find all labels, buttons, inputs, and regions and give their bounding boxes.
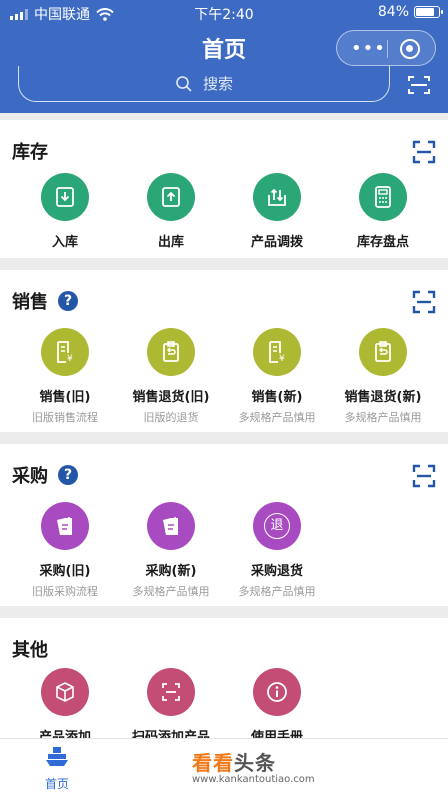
tab-home[interactable]: 首页 [32, 745, 82, 792]
tab-home-label: 首页 [44, 777, 69, 791]
battery-percent: 84% [377, 4, 409, 20]
purchase-new-button[interactable]: 采购(新) 多规格产品慎用 [115, 502, 227, 599]
info-icon [253, 668, 301, 716]
sales-return-new-button[interactable]: 销售退货(新) 多规格产品慎用 [327, 328, 439, 425]
transfer-icon [253, 173, 301, 221]
item-label: 销售退货(旧) [132, 390, 210, 405]
item-subtitle: 多规格产品慎用 [238, 585, 316, 598]
item-label: 出库 [157, 235, 184, 250]
section-title: 采购 [12, 466, 48, 487]
box-icon [41, 668, 89, 716]
item-label: 采购退货 [250, 564, 303, 579]
purchase-section: 采购 ? 采购(旧) 旧版采购流程 采购(新) 多规格产品慎用 退 采购退货 多… [0, 444, 448, 606]
tab-bar: 首页 看看头条 www.kankantoutiao.com [0, 738, 448, 796]
section-title: 库存 [12, 142, 48, 163]
svg-text:¥: ¥ [279, 354, 285, 364]
product-add-button[interactable]: 产品添加 [9, 668, 121, 738]
item-subtitle: 多规格产品慎用 [132, 585, 210, 598]
help-icon[interactable]: ? [58, 291, 78, 311]
inventory-section: 库存 入库 出库 产品调拨 库存盘点 [0, 120, 448, 258]
return-glyph: 退 [264, 513, 290, 539]
sales-new-button[interactable]: ¥ 销售(新) 多规格产品慎用 [221, 328, 333, 425]
calculator-icon [359, 173, 407, 221]
user-manual-button[interactable]: 使用手册 [221, 668, 333, 738]
search-icon [176, 75, 192, 92]
import-icon [41, 173, 89, 221]
ship-icon [46, 747, 68, 766]
stocktake-button[interactable]: 库存盘点 [327, 173, 439, 250]
status-bar: 中国联通 下午2:40 84% [0, 0, 448, 26]
item-label: 销售退货(新) [344, 390, 422, 405]
inventory-in-button[interactable]: 入库 [9, 173, 121, 250]
product-transfer-button[interactable]: 产品调拨 [221, 173, 333, 250]
item-label: 采购(新) [145, 564, 197, 579]
sales-return-icon [359, 328, 407, 376]
purchase-doc-icon [41, 502, 89, 550]
purchase-return-button[interactable]: 退 采购退货 多规格产品慎用 [221, 502, 333, 599]
item-label: 使用手册 [250, 730, 303, 738]
more-icon[interactable]: ••• [351, 40, 386, 58]
item-subtitle: 旧版采购流程 [32, 585, 98, 598]
item-label: 采购(旧) [39, 564, 91, 579]
scan-icon[interactable] [408, 76, 430, 94]
help-icon[interactable]: ? [58, 465, 78, 485]
item-label: 入库 [51, 235, 78, 250]
watermark-logo: 看看头条 www.kankantoutiao.com [192, 747, 315, 785]
item-label: 产品调拨 [250, 235, 303, 250]
item-label: 产品添加 [38, 730, 91, 738]
purchase-old-button[interactable]: 采购(旧) 旧版采购流程 [9, 502, 121, 599]
top-bar: 中国联通 下午2:40 84% 首页 ••• 搜索 [0, 0, 448, 113]
item-subtitle: 多规格产品慎用 [238, 411, 316, 424]
scan-icon[interactable] [412, 464, 436, 488]
item-subtitle: 旧版的退货 [143, 411, 199, 424]
sales-doc-icon: ¥ [253, 328, 301, 376]
watermark-url: www.kankantoutiao.com [192, 774, 315, 785]
search-input[interactable]: 搜索 [18, 66, 390, 102]
scan-icon[interactable] [412, 140, 436, 164]
item-label: 库存盘点 [356, 235, 409, 250]
inventory-out-button[interactable]: 出库 [115, 173, 227, 250]
watermark-text-orange: 看看 [192, 751, 234, 775]
other-section: 其他 产品添加 扫码添加产品 使用手册 [0, 618, 448, 738]
section-title: 其他 [12, 640, 48, 661]
scan-add-icon [147, 668, 195, 716]
purchase-doc-icon [147, 502, 195, 550]
item-label: 扫码添加产品 [131, 730, 210, 738]
export-icon [147, 173, 195, 221]
battery-icon [414, 6, 443, 18]
sales-return-old-button[interactable]: 销售退货(旧) 旧版的退货 [115, 328, 227, 425]
item-label: 销售(新) [251, 390, 303, 405]
scan-add-product-button[interactable]: 扫码添加产品 [115, 668, 227, 738]
svg-text:¥: ¥ [67, 354, 73, 364]
item-subtitle: 多规格产品慎用 [344, 411, 422, 424]
miniprogram-capsule: ••• [336, 30, 436, 66]
sales-section: 销售 ? ¥ 销售(旧) 旧版销售流程 销售退货(旧) 旧版的退货 ¥ 销售(新… [0, 270, 448, 432]
close-target-icon[interactable] [400, 39, 420, 59]
section-title: 销售 [12, 292, 48, 313]
watermark-text-gray: 头条 [234, 751, 276, 775]
item-subtitle: 旧版销售流程 [32, 411, 98, 424]
return-char-icon: 退 [253, 502, 301, 550]
sales-doc-icon: ¥ [41, 328, 89, 376]
item-label: 销售(旧) [39, 390, 91, 405]
capsule-divider [387, 40, 388, 58]
sales-return-icon [147, 328, 195, 376]
sales-old-button[interactable]: ¥ 销售(旧) 旧版销售流程 [9, 328, 121, 425]
scan-icon[interactable] [412, 290, 436, 314]
search-placeholder: 搜索 [202, 75, 233, 93]
